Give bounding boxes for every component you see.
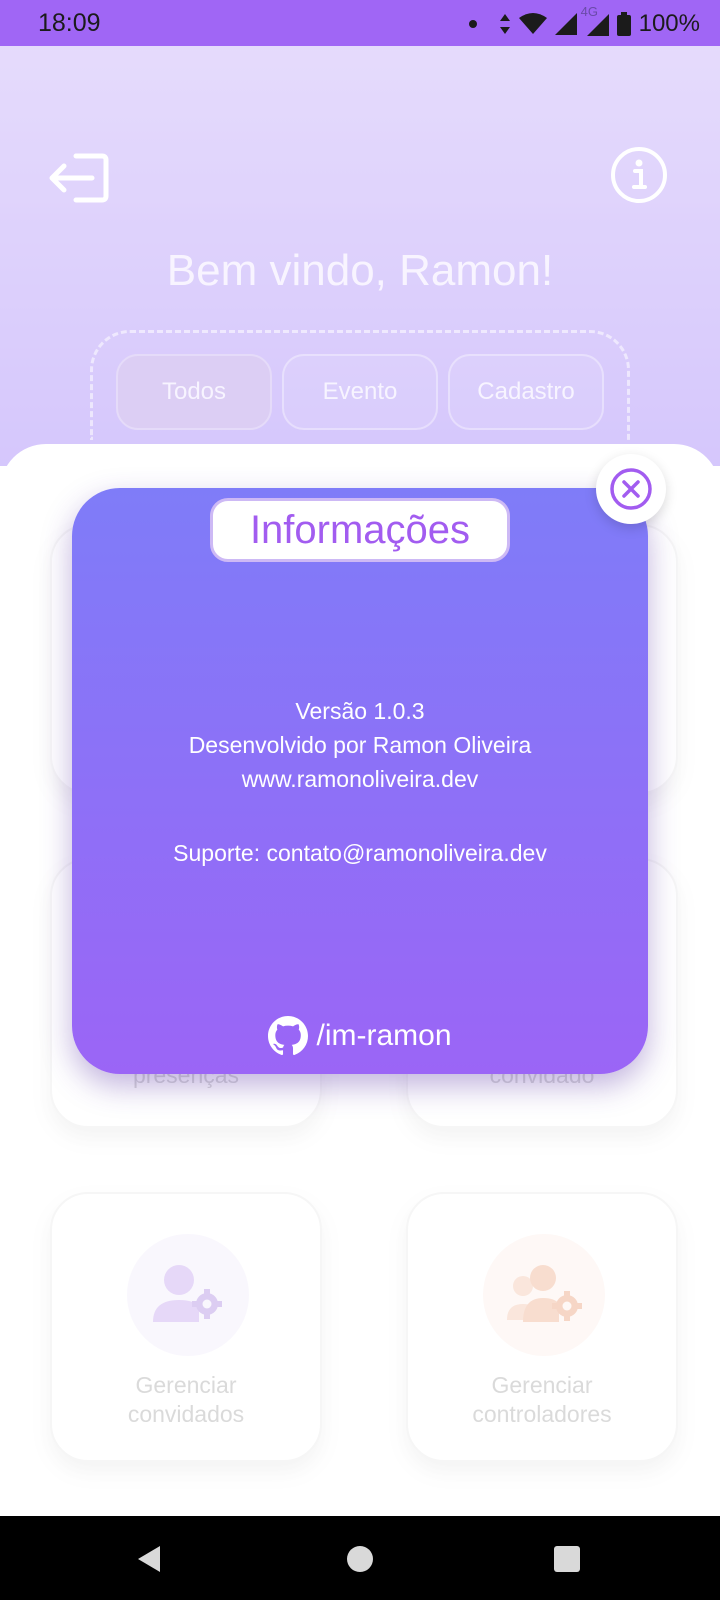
support-text[interactable]: Suporte: contato@ramonoliveira.dev	[72, 840, 648, 867]
signal-4g-icon: 4G	[581, 4, 609, 36]
github-link[interactable]: /im-ramon	[72, 1016, 648, 1056]
signal-icon	[554, 13, 577, 35]
close-modal-button[interactable]	[596, 454, 666, 524]
nav-recents-icon[interactable]	[554, 1546, 580, 1572]
version-text: Versão 1.0.3	[295, 698, 425, 724]
github-icon	[268, 1016, 309, 1056]
status-bar: 18:09 4G 100%	[0, 0, 720, 46]
battery-icon	[616, 12, 631, 36]
battery-percent: 100%	[638, 10, 700, 37]
system-nav-bar	[0, 1516, 720, 1600]
info-modal: Informações Versão 1.0.3 Desenvolvido po…	[72, 488, 648, 1074]
wifi-icon	[518, 13, 547, 34]
data-arrows-icon	[499, 14, 510, 34]
notification-dot-icon	[468, 20, 477, 28]
nav-back-icon[interactable]	[136, 1544, 162, 1574]
status-icons: 4G 100%	[468, 4, 700, 38]
github-handle: /im-ramon	[316, 1019, 452, 1052]
nav-home-icon[interactable]	[347, 1546, 373, 1572]
website-link[interactable]: www.ramonoliveira.dev	[72, 762, 648, 796]
modal-info-block: Versão 1.0.3 Desenvolvido por Ramon Oliv…	[72, 694, 648, 796]
modal-title: Informações	[210, 498, 510, 562]
close-circle-icon	[610, 468, 652, 510]
status-time: 18:09	[38, 9, 101, 37]
developer-text: Desenvolvido por Ramon Oliveira	[188, 732, 532, 758]
